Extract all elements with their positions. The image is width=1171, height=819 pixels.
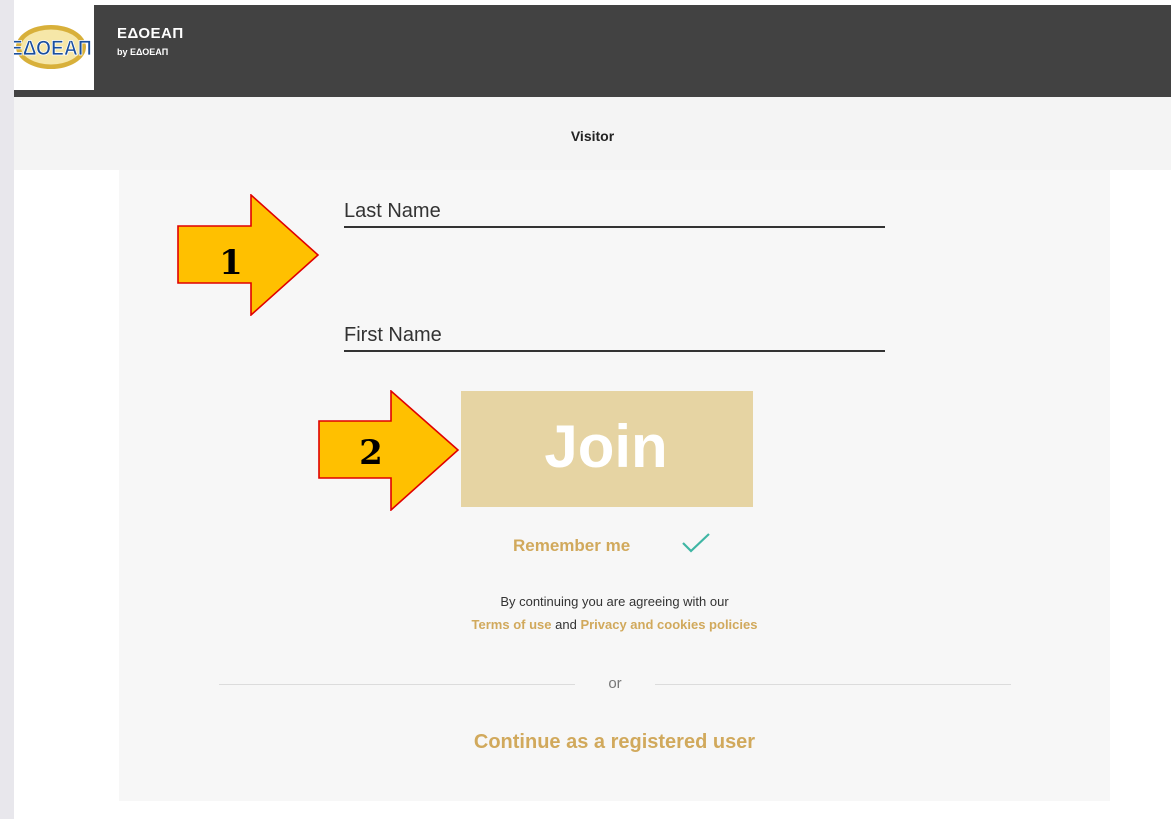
last-name-input[interactable] (344, 196, 885, 226)
step-1-arrow-callout: 1 (177, 194, 320, 316)
logo-lettering: ΕΔΟΕΑΠ (14, 37, 92, 60)
brand-logo[interactable]: ΕΔΟΕΑΠ (9, 5, 94, 90)
last-name-field-wrapper (344, 196, 885, 228)
terms-of-use-link[interactable]: Terms of use (472, 617, 552, 632)
step-2-number: 2 (359, 433, 383, 473)
first-name-field-wrapper (344, 320, 885, 352)
checkmark-icon[interactable] (680, 531, 712, 555)
join-button-label: Join (544, 412, 668, 480)
or-separator: or (608, 675, 622, 692)
left-edge-strip (0, 0, 14, 819)
remember-me-toggle[interactable]: Remember me (513, 536, 630, 556)
divider-right (655, 684, 1011, 685)
privacy-policy-link[interactable]: Privacy and cookies policies (580, 617, 757, 632)
visitor-label: Visitor (570, 128, 615, 144)
continue-registered-user-link[interactable]: Continue as a registered user (119, 731, 1110, 754)
app-header: ΕΔΟΕΑΠ ΕΔΟΕΑΠ by ΕΔΟΕΑΠ (9, 5, 1171, 97)
brand-title: ΕΔΟΕΑΠ (117, 25, 184, 42)
and-text: and (555, 617, 577, 632)
join-button[interactable]: Join (461, 391, 753, 507)
agreement-text: By continuing you are agreeing with our (500, 594, 729, 609)
step-1-number: 1 (219, 243, 243, 283)
visitor-bar: Visitor (14, 97, 1171, 170)
brand-logo-emblem: ΕΔΟΕΑΠ (9, 25, 92, 69)
step-2-arrow-callout: 2 (318, 390, 460, 511)
policy-links: Terms of use and Privacy and cookies pol… (119, 617, 1110, 632)
brand-subtitle: by ΕΔΟΕΑΠ (117, 47, 169, 57)
divider-left (219, 684, 575, 685)
first-name-input[interactable] (344, 320, 885, 350)
